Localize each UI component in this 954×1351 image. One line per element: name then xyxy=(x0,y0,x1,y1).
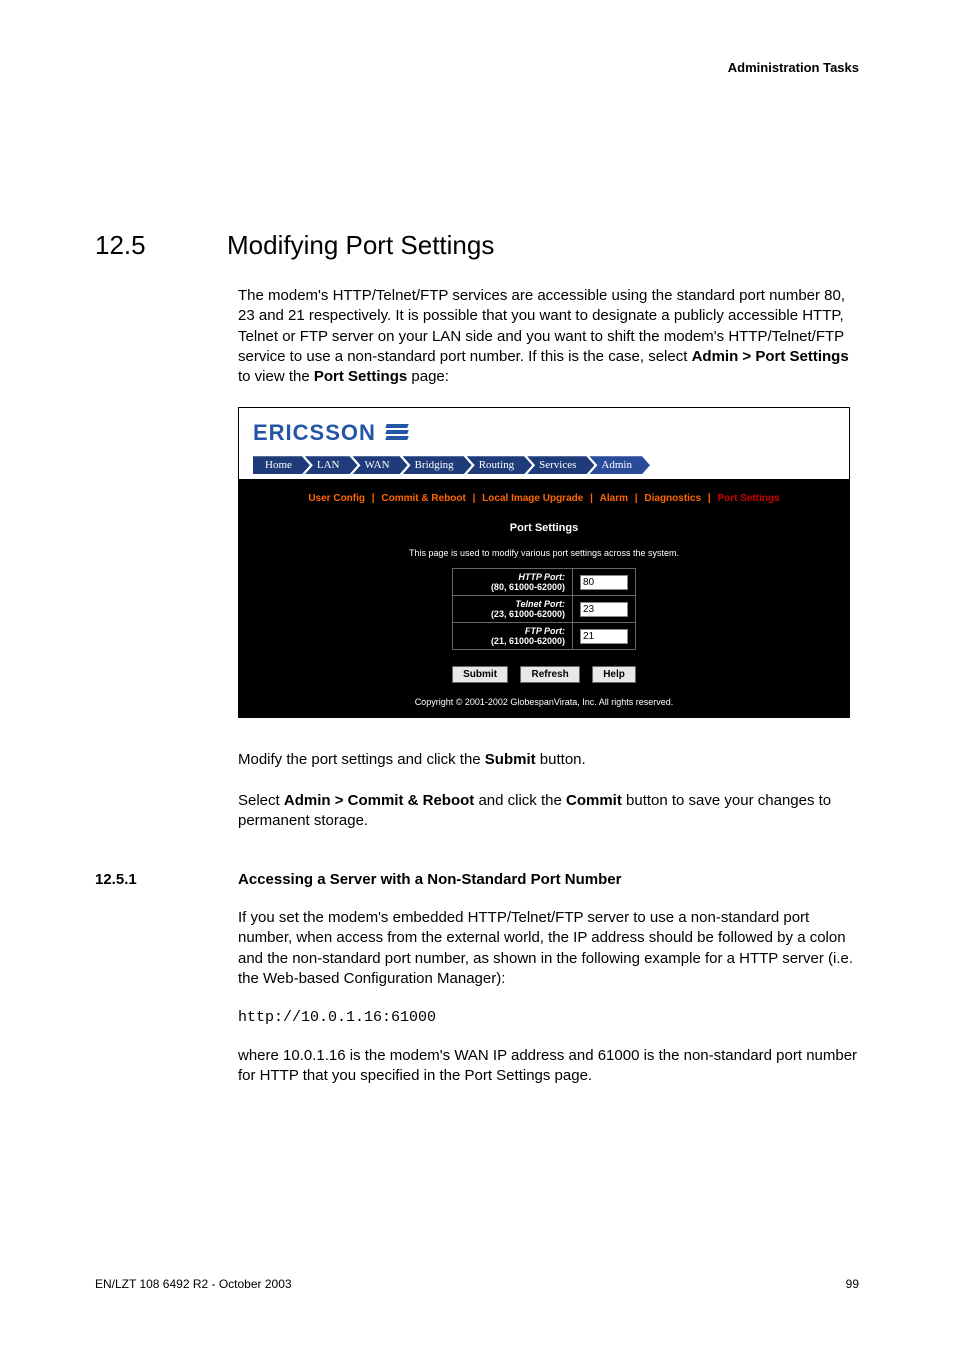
telnet-port-label: Telnet Port:(23, 61000-62000) xyxy=(453,596,573,623)
logo-text: ERICSSON xyxy=(253,420,376,446)
after2-mid: and click the xyxy=(474,792,566,809)
button-row: Submit Refresh Help xyxy=(247,664,841,683)
subnav-port-settings[interactable]: Port Settings xyxy=(717,493,779,504)
port-settings-table: HTTP Port:(80, 61000-62000) Telnet Port:… xyxy=(452,568,636,650)
subnav-user-config[interactable]: User Config xyxy=(308,493,365,504)
after1-pre: Modify the port settings and click the xyxy=(238,751,485,768)
intro-paragraph: The modem's HTTP/Telnet/FTP services are… xyxy=(238,286,859,387)
intro-mid: to view the xyxy=(238,368,314,385)
subsection-number: 12.5.1 xyxy=(95,871,238,888)
logo-area: ERICSSON xyxy=(239,408,849,451)
subnav-commit-reboot[interactable]: Commit & Reboot xyxy=(381,493,465,504)
http-port-label: HTTP Port:(80, 61000-62000) xyxy=(453,569,573,596)
after2-bold2: Commit xyxy=(566,792,622,809)
table-row: Telnet Port:(23, 61000-62000) xyxy=(453,596,636,623)
subsection-heading: Accessing a Server with a Non-Standard P… xyxy=(238,871,621,888)
sub-nav: User Config | Commit & Reboot | Local Im… xyxy=(247,493,841,504)
telnet-port-cell xyxy=(573,596,636,623)
after2-pre: Select xyxy=(238,792,284,809)
section-title-row: 12.5 Modifying Port Settings xyxy=(95,230,859,261)
subsection-paragraph: If you set the modem's embedded HTTP/Tel… xyxy=(238,908,859,989)
refresh-button[interactable]: Refresh xyxy=(520,666,579,683)
panel-description: This page is used to modify various port… xyxy=(247,548,841,558)
intro-end: page: xyxy=(407,368,449,385)
intro-bold-2: Port Settings xyxy=(314,368,407,385)
nav-wan[interactable]: WAN xyxy=(353,456,408,474)
http-port-cell xyxy=(573,569,636,596)
panel-title: Port Settings xyxy=(247,522,841,534)
nav-home[interactable]: Home xyxy=(253,456,310,474)
nav-admin[interactable]: Admin xyxy=(589,456,650,474)
copyright-text: Copyright © 2001-2002 GlobespanVirata, I… xyxy=(247,697,841,707)
subnav-alarm[interactable]: Alarm xyxy=(600,493,628,504)
nav-tabs: Home LAN WAN Bridging Routing Services A… xyxy=(239,451,849,479)
nav-lan[interactable]: LAN xyxy=(305,456,358,474)
after1-post: button. xyxy=(536,751,586,768)
nav-routing[interactable]: Routing xyxy=(467,456,532,474)
ftp-port-input[interactable] xyxy=(580,629,628,644)
ftp-port-cell xyxy=(573,623,636,650)
help-button[interactable]: Help xyxy=(592,666,636,683)
after-paragraph-1: Modify the port settings and click the S… xyxy=(238,750,859,770)
after1-bold: Submit xyxy=(485,751,536,768)
nav-bridging[interactable]: Bridging xyxy=(403,456,472,474)
table-row: HTTP Port:(80, 61000-62000) xyxy=(453,569,636,596)
telnet-port-input[interactable] xyxy=(580,602,628,617)
http-port-input[interactable] xyxy=(580,575,628,590)
logo-stripes-icon xyxy=(386,424,408,442)
footer-left: EN/LZT 108 6492 R2 - October 2003 xyxy=(95,1277,292,1291)
subnav-local-image[interactable]: Local Image Upgrade xyxy=(482,493,583,504)
page-footer: EN/LZT 108 6492 R2 - October 2003 99 xyxy=(95,1277,859,1291)
subsection-row: 12.5.1 Accessing a Server with a Non-Sta… xyxy=(95,871,859,888)
after-paragraph-2: Select Admin > Commit & Reboot and click… xyxy=(238,791,859,832)
page-header: Administration Tasks xyxy=(95,60,859,75)
footer-page-number: 99 xyxy=(846,1277,859,1291)
code-example: http://10.0.1.16:61000 xyxy=(238,1009,859,1026)
section-number: 12.5 xyxy=(95,230,227,261)
embedded-screenshot: ERICSSON Home LAN WAN Bridging Routing S… xyxy=(238,407,850,718)
section-heading: Modifying Port Settings xyxy=(227,230,494,261)
subsection-paragraph-2: where 10.0.1.16 is the modem's WAN IP ad… xyxy=(238,1046,859,1087)
nav-services[interactable]: Services xyxy=(527,456,594,474)
ftp-port-label: FTP Port:(21, 61000-62000) xyxy=(453,623,573,650)
table-row: FTP Port:(21, 61000-62000) xyxy=(453,623,636,650)
intro-bold-1: Admin > Port Settings xyxy=(692,348,849,365)
panel-dark-area: User Config | Commit & Reboot | Local Im… xyxy=(239,479,849,717)
submit-button[interactable]: Submit xyxy=(452,666,508,683)
after2-bold1: Admin > Commit & Reboot xyxy=(284,792,474,809)
subnav-diagnostics[interactable]: Diagnostics xyxy=(644,493,701,504)
